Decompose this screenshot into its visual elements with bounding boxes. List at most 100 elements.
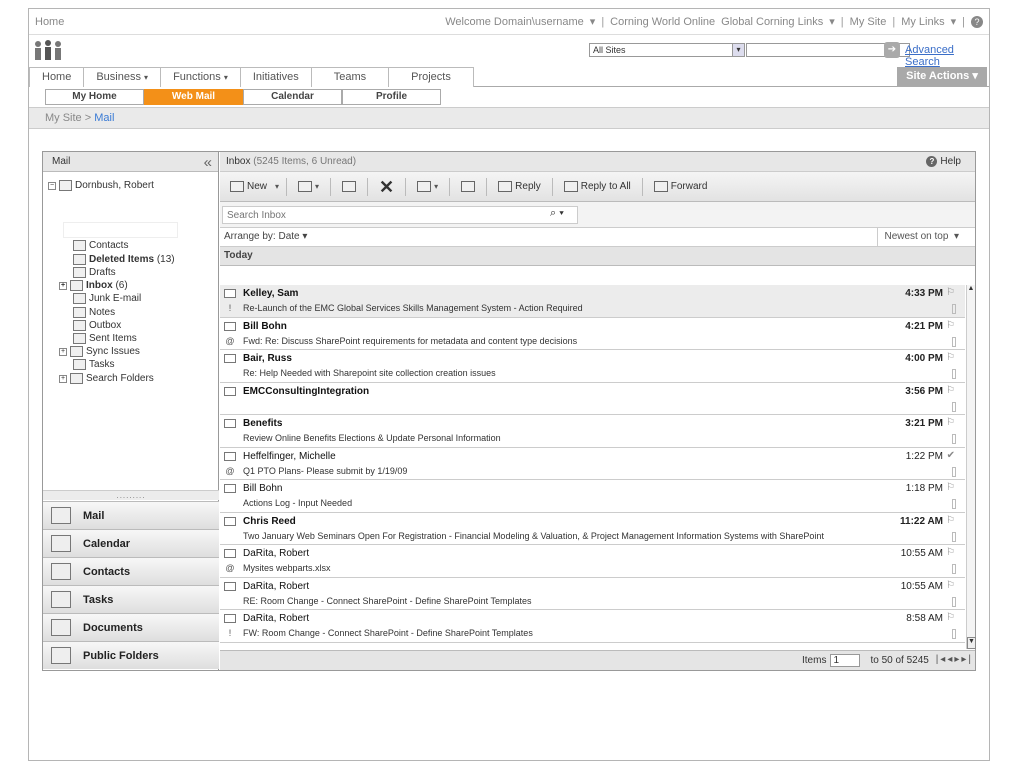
- flag-icon[interactable]: ⚐: [946, 612, 955, 623]
- nav-tab-initiatives[interactable]: Initiatives: [239, 67, 312, 87]
- category-box[interactable]: [952, 564, 956, 574]
- chevron-down-icon[interactable]: ▾: [275, 182, 279, 191]
- collapse-icon[interactable]: «: [204, 153, 212, 172]
- new-button[interactable]: New: [226, 177, 271, 197]
- folder-tasks[interactable]: Tasks: [73, 359, 115, 370]
- nav-button-documents[interactable]: Documents: [43, 613, 219, 641]
- folder-notes[interactable]: Notes: [73, 307, 115, 318]
- category-box[interactable]: [952, 466, 956, 477]
- search-go-icon[interactable]: ➔: [884, 42, 900, 58]
- print-button[interactable]: [338, 177, 360, 197]
- category-box[interactable]: [952, 304, 956, 314]
- nav-button-mail[interactable]: Mail: [43, 501, 219, 529]
- last-page-icon[interactable]: ▸|: [961, 654, 973, 665]
- flag-icon[interactable]: ⚐: [946, 352, 955, 363]
- message-row[interactable]: Benefits Review Online Benefits Elections…: [220, 415, 965, 448]
- flag-icon[interactable]: ⚐: [946, 580, 955, 591]
- folder-drafts[interactable]: Drafts: [73, 267, 116, 278]
- site-actions-menu[interactable]: Site Actions ▾: [897, 67, 987, 86]
- message-row[interactable]: EMCConsultingIntegration 3:56 PM ⚐: [220, 382, 965, 415]
- folder-junk[interactable]: Junk E-mail: [73, 293, 141, 304]
- message-list-scrollbar[interactable]: ▲ ▼: [966, 285, 976, 649]
- global-links-menu[interactable]: Global Corning Links: [721, 16, 823, 28]
- move-button[interactable]: ▾: [294, 177, 323, 197]
- nav-button-public-folders[interactable]: Public Folders: [43, 641, 219, 669]
- search-inbox-input[interactable]: [222, 206, 578, 224]
- home-link[interactable]: Home: [35, 16, 64, 28]
- breadcrumb-my-site[interactable]: My Site: [45, 112, 82, 124]
- flag-icon[interactable]: ⚐: [946, 417, 955, 428]
- expand-toggle-icon[interactable]: +: [59, 347, 67, 356]
- reply-all-button[interactable]: Reply to All: [560, 177, 635, 197]
- help-button[interactable]: ? Help: [926, 152, 961, 171]
- message-row[interactable]: DaRita, Robert RE: Room Change - Connect …: [220, 577, 965, 610]
- flag-icon[interactable]: ⚐: [946, 547, 955, 558]
- message-row[interactable]: Bair, Russ Re: Help Needed with Sharepoin…: [220, 350, 965, 383]
- folder-inbox[interactable]: + Inbox (6): [59, 280, 128, 291]
- my-site-link[interactable]: My Site: [850, 16, 887, 28]
- forward-button[interactable]: Forward: [650, 177, 712, 197]
- category-box[interactable]: [952, 596, 956, 607]
- nav-tab-business[interactable]: Business ▾: [83, 67, 162, 87]
- message-row[interactable]: DaRita, Robert! FW: Room Change - Connect…: [220, 610, 965, 643]
- message-row[interactable]: Bill Bohn Actions Log - Input Needed 1:18 …: [220, 480, 965, 513]
- nav-tab-teams[interactable]: Teams: [310, 67, 390, 87]
- nav-button-contacts[interactable]: Contacts: [43, 557, 219, 585]
- category-box[interactable]: [952, 499, 956, 509]
- flag-icon[interactable]: ⚐: [946, 320, 955, 331]
- splitter-handle[interactable]: .........: [43, 490, 219, 500]
- flag-icon[interactable]: ⚐: [946, 287, 955, 298]
- subtab-web-mail[interactable]: Web Mail: [144, 89, 243, 105]
- folder-sent-items[interactable]: Sent Items: [73, 333, 137, 344]
- folder-outbox[interactable]: Outbox: [73, 320, 121, 331]
- expand-toggle-icon[interactable]: +: [59, 281, 67, 290]
- category-box[interactable]: [952, 401, 956, 412]
- category-box[interactable]: [952, 336, 956, 347]
- my-links-menu[interactable]: My Links: [901, 16, 944, 28]
- message-row[interactable]: Kelley, Sam! Re-Launch of the EMC Global …: [220, 285, 965, 318]
- first-page-icon[interactable]: |◂: [936, 654, 948, 665]
- save-button[interactable]: [457, 177, 479, 197]
- folder-sync-issues[interactable]: + Sync Issues: [59, 346, 140, 357]
- category-box[interactable]: [952, 531, 956, 542]
- search-icon[interactable]: ⌕ ▾: [550, 207, 564, 220]
- welcome-menu[interactable]: Welcome Domain\username: [445, 16, 584, 28]
- flag-icon[interactable]: ⚐: [946, 385, 955, 396]
- folder-contacts[interactable]: Contacts: [73, 240, 128, 251]
- reply-button[interactable]: Reply: [494, 177, 545, 197]
- delete-button[interactable]: ✕: [375, 177, 398, 197]
- nav-button-tasks[interactable]: Tasks: [43, 585, 219, 613]
- page-input[interactable]: 1: [830, 654, 861, 667]
- folder-root[interactable]: − Dornbush, Robert: [48, 180, 154, 191]
- arrange-by-menu[interactable]: Arrange by: Date: [224, 231, 300, 242]
- sort-order-menu[interactable]: Newest on top ▾: [877, 228, 959, 246]
- nav-tab-projects[interactable]: Projects: [388, 67, 474, 87]
- subtab-profile[interactable]: Profile: [342, 89, 441, 105]
- message-row[interactable]: Heffelfinger, Michelle @ Q1 PTO Plans- Ple…: [220, 447, 965, 480]
- nav-tab-functions[interactable]: Functions ▾: [160, 67, 241, 87]
- flag-icon[interactable]: ⚐: [946, 515, 955, 526]
- message-row[interactable]: Chris Reed Two January Web Seminars Open …: [220, 512, 965, 545]
- message-row[interactable]: DaRita, Robert @ Mysites webparts.xlsx 10:5…: [220, 545, 965, 578]
- category-box[interactable]: [952, 369, 956, 379]
- scroll-down-icon[interactable]: ▼: [967, 637, 976, 649]
- scroll-up-icon[interactable]: ▲: [967, 285, 975, 294]
- help-icon[interactable]: ?: [971, 15, 983, 28]
- flag-complete-icon[interactable]: ✔: [947, 450, 955, 461]
- expand-toggle-icon[interactable]: +: [59, 374, 67, 383]
- collapse-toggle-icon[interactable]: −: [48, 181, 56, 190]
- subtab-my-home[interactable]: My Home: [45, 89, 144, 105]
- folder-search-folders[interactable]: + Search Folders: [59, 373, 154, 384]
- search-scope-select[interactable]: All Sites ▾: [589, 43, 745, 57]
- category-box[interactable]: [952, 434, 956, 444]
- check-names-button[interactable]: ▾: [413, 177, 442, 197]
- folder-deleted-items[interactable]: Deleted Items (13): [73, 254, 175, 265]
- corning-world-link[interactable]: Corning World Online: [610, 16, 715, 28]
- category-box[interactable]: [952, 629, 956, 639]
- flag-icon[interactable]: ⚐: [946, 482, 955, 493]
- message-row[interactable]: Bill Bohn @ Fwd: Re: Discuss SharePoint re…: [220, 317, 965, 350]
- nav-tab-home[interactable]: Home: [29, 67, 85, 87]
- subtab-calendar[interactable]: Calendar: [243, 89, 342, 105]
- advanced-search-link[interactable]: Advanced Search: [905, 44, 989, 68]
- nav-button-calendar[interactable]: Calendar: [43, 529, 219, 557]
